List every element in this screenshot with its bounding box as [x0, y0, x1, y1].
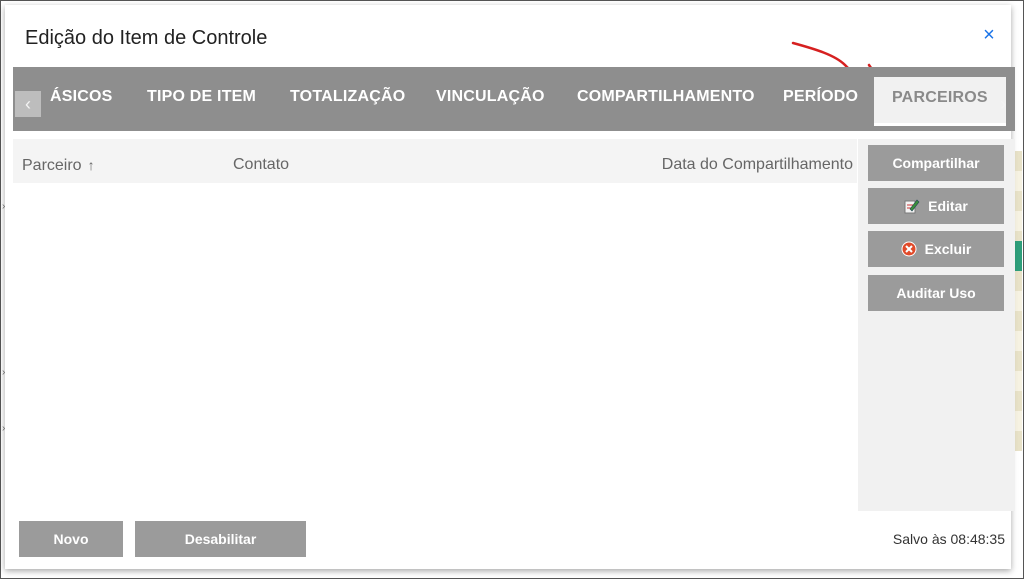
edit-pencil-icon: [904, 199, 920, 214]
delete-button[interactable]: Excluir: [868, 231, 1004, 267]
audit-usage-button-label: Auditar Uso: [896, 285, 976, 301]
table-header: Parceiro ↑ Contato Data do Compartilhamen…: [13, 139, 857, 183]
new-button[interactable]: Novo: [19, 521, 123, 557]
saved-status-text: Salvo às 08:48:35: [892, 531, 1005, 547]
tab-basicos[interactable]: ÁSICOS: [50, 67, 113, 127]
edit-button-label: Editar: [928, 198, 968, 214]
column-header-data-compartilhamento[interactable]: Data do Compartilhamento: [662, 139, 853, 183]
tab-bar: ‹ ÁSICOS TIPO DE ITEM TOTALIZAÇÃO VINCUL…: [13, 67, 1015, 131]
share-button-label: Compartilhar: [892, 155, 980, 171]
dialog-footer: Novo Desabilitar Salvo às 08:48:35: [5, 511, 1011, 569]
dialog-title: Edição do Item de Controle: [25, 27, 268, 49]
column-header-parceiro[interactable]: Parceiro ↑: [22, 139, 95, 183]
delete-x-circle-icon: [901, 241, 917, 257]
sort-ascending-icon: ↑: [87, 157, 95, 173]
audit-usage-button[interactable]: Auditar Uso: [868, 275, 1004, 311]
close-icon[interactable]: ×: [979, 25, 999, 45]
tab-compartilhamento[interactable]: COMPARTILHAMENTO: [577, 67, 755, 127]
tab-periodo[interactable]: PERÍODO: [783, 67, 858, 127]
partners-table: Parceiro ↑ Contato Data do Compartilhamen…: [13, 139, 857, 511]
screenshot-frame: › › › Edição do Item de Controle × ‹ ÁSI…: [0, 0, 1024, 579]
tab-scroll-left-icon[interactable]: ‹: [15, 91, 41, 117]
tab-vinculacao[interactable]: VINCULAÇÃO: [436, 67, 545, 127]
column-header-contato[interactable]: Contato: [233, 139, 289, 183]
tab-tipo-de-item[interactable]: TIPO DE ITEM: [147, 67, 256, 127]
edit-button[interactable]: Editar: [868, 188, 1004, 224]
column-label: Parceiro: [22, 157, 82, 174]
side-action-panel: Compartilhar Editar Excluir Auditar Uso: [858, 139, 1015, 511]
edit-control-item-dialog: Edição do Item de Controle × ‹ ÁSICOS TI…: [5, 5, 1015, 569]
tab-scroll-right-icon[interactable]: ›: [995, 91, 1011, 117]
delete-button-label: Excluir: [924, 241, 972, 257]
share-button[interactable]: Compartilhar: [868, 145, 1004, 181]
tab-totalizacao[interactable]: TOTALIZAÇÃO: [290, 67, 405, 127]
disable-button[interactable]: Desabilitar: [135, 521, 306, 557]
tab-parceiros[interactable]: PARCEIROS: [874, 77, 1006, 126]
